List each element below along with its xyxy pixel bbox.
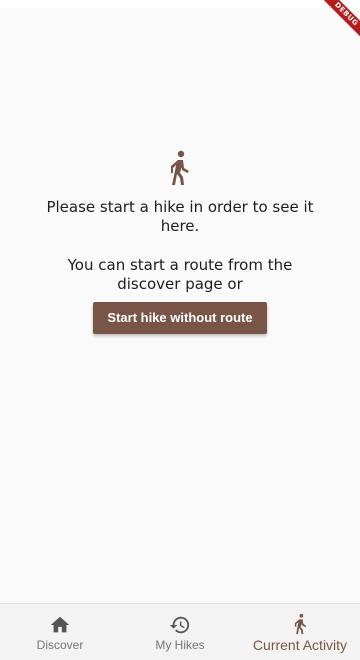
- start-hike-without-route-button[interactable]: Start hike without route: [93, 302, 267, 334]
- nav-item-label: Discover: [36, 638, 84, 652]
- empty-state-message: Please start a hike in order to see it h…: [46, 198, 314, 235]
- history-icon: [169, 616, 190, 634]
- nav-item-discover[interactable]: Discover: [0, 604, 120, 660]
- empty-state-secondary-message: You can start a route from the discover …: [67, 256, 293, 293]
- app-screen: DEBUG Please start a hike in order to se…: [0, 0, 360, 660]
- hiker-icon: [294, 613, 307, 635]
- nav-item-current-activity[interactable]: Current Activity: [240, 604, 360, 660]
- home-icon: [50, 616, 70, 633]
- nav-item-label: Current Activity: [252, 637, 348, 653]
- bottom-navigation-bar: Discover My Hikes Current Activity: [0, 603, 360, 660]
- empty-state: Please start a hike in order to see it h…: [0, 150, 360, 334]
- nav-item-my-hikes[interactable]: My Hikes: [120, 604, 240, 660]
- status-bar: [0, 0, 360, 8]
- nav-item-label: My Hikes: [155, 638, 205, 652]
- hiker-icon: [171, 150, 189, 185]
